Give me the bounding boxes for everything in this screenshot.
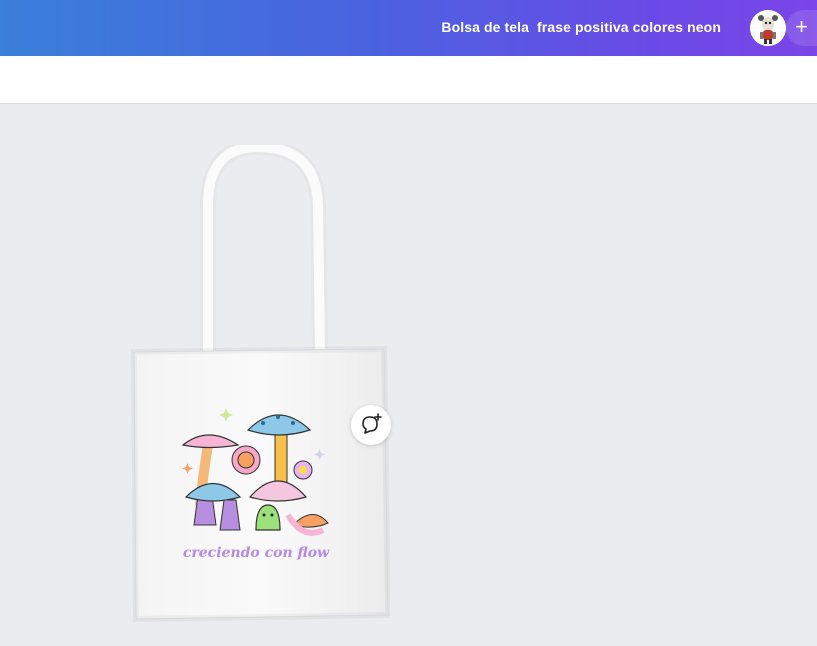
top-bar: Bolsa de tela frase positiva colores neo… <box>0 0 817 56</box>
user-avatar-icon <box>750 10 786 46</box>
toolbar <box>0 56 817 104</box>
tote-bag-mockup[interactable]: creciendo con flow <box>128 145 390 625</box>
tagline-text: creciendo con flow <box>183 545 330 561</box>
add-collaborator-button[interactable]: + <box>786 10 817 46</box>
add-comment-icon <box>362 413 382 434</box>
document-title[interactable]: Bolsa de tela frase positiva colores neo… <box>441 19 721 35</box>
user-avatar[interactable] <box>750 10 786 46</box>
canvas-area <box>0 104 817 646</box>
add-comment-button[interactable] <box>351 405 391 445</box>
